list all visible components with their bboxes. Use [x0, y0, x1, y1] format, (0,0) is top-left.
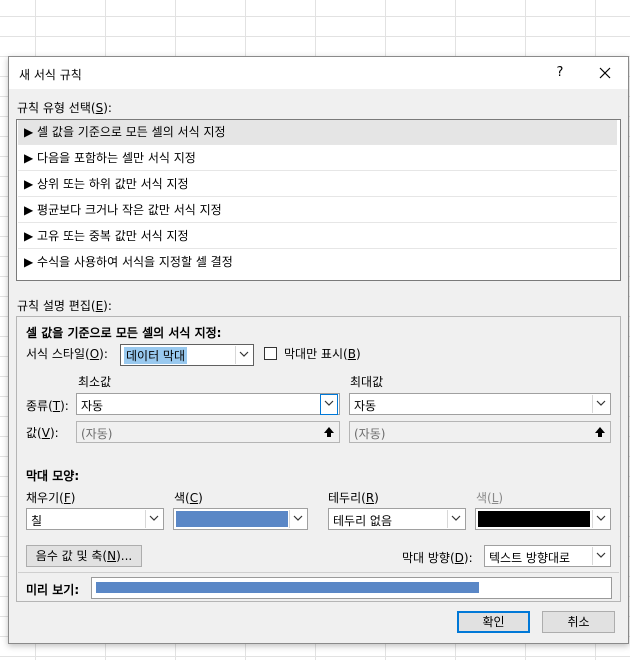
- preview-box: [91, 577, 612, 599]
- rule-type-label: 규칙 유형 선택(S):: [17, 101, 112, 115]
- ok-button[interactable]: 확인: [457, 611, 530, 633]
- bar-direction-value: 텍스트 방향대로: [489, 551, 571, 565]
- range-picker-icon[interactable]: [321, 424, 337, 440]
- rule-type-item[interactable]: ▶ 고유 또는 중복 값만 서식 지정: [18, 224, 617, 249]
- rule-type-item[interactable]: ▶ 평균보다 크거나 작은 값만 서식 지정: [18, 198, 617, 223]
- border-value: 테두리 없음: [333, 514, 393, 528]
- max-type-value: 자동: [354, 399, 377, 413]
- min-value-placeholder: (자동): [81, 427, 113, 441]
- value-label: 값(V):: [26, 426, 59, 440]
- min-type-value: 자동: [81, 399, 104, 413]
- max-label: 최대값: [350, 375, 384, 389]
- border-select[interactable]: 테두리 없음: [328, 508, 466, 530]
- chevron-down-icon[interactable]: [592, 510, 609, 528]
- section-heading: 셀 값을 기준으로 모든 셀의 서식 지정:: [26, 326, 222, 340]
- preview-bar: [96, 582, 479, 593]
- bar-appearance-heading: 막대 모양:: [26, 469, 80, 483]
- format-style-value: 데이터 막대: [124, 347, 188, 364]
- type-label: 종류(T):: [26, 399, 69, 413]
- negative-value-axis-button[interactable]: 음수 값 및 축(N)...: [26, 545, 142, 567]
- fill-select[interactable]: 칠: [26, 508, 164, 530]
- max-value-placeholder: (자동): [354, 427, 386, 441]
- format-style-select[interactable]: 데이터 막대: [120, 344, 254, 366]
- bar-direction-label: 막대 방향(D):: [402, 551, 473, 565]
- min-label: 최소값: [78, 375, 112, 389]
- chevron-down-icon[interactable]: [592, 547, 609, 565]
- border-label: 테두리(R): [328, 491, 379, 505]
- fill-label: 채우기(F): [26, 491, 76, 505]
- fill-value: 칠: [31, 514, 43, 528]
- chevron-down-icon[interactable]: [592, 395, 609, 413]
- format-style-label: 서식 스타일(O):: [26, 347, 108, 361]
- min-value-field[interactable]: (자동): [76, 421, 340, 443]
- range-picker-icon[interactable]: [592, 424, 608, 440]
- chevron-down-icon[interactable]: [447, 510, 464, 528]
- max-type-select[interactable]: 자동: [349, 393, 611, 415]
- border-color-swatch: [478, 511, 590, 527]
- max-value-field[interactable]: (자동): [349, 421, 611, 443]
- chevron-down-icon[interactable]: [289, 510, 306, 528]
- dialog-titlebar: 새 서식 규칙 ?: [9, 57, 628, 89]
- chevron-down-icon[interactable]: [320, 394, 338, 415]
- chevron-down-icon[interactable]: [235, 346, 252, 364]
- chevron-down-icon[interactable]: [145, 510, 162, 528]
- rule-type-item[interactable]: ▶ 셀 값을 기준으로 모든 셀의 서식 지정: [18, 120, 617, 145]
- rule-type-item[interactable]: ▶ 상위 또는 하위 값만 서식 지정: [18, 172, 617, 197]
- border-color-picker[interactable]: [475, 508, 611, 530]
- bar-only-checkbox[interactable]: [264, 347, 277, 360]
- edit-rule-label: 규칙 설명 편집(E):: [17, 299, 112, 313]
- divider: [18, 572, 619, 573]
- min-type-select[interactable]: 자동: [76, 393, 340, 415]
- border-color-label: 색(L): [476, 491, 504, 505]
- dialog-title: 새 서식 규칙: [19, 68, 82, 82]
- close-icon[interactable]: [591, 61, 619, 85]
- bar-only-label: 막대만 표시(B): [284, 347, 361, 361]
- new-format-rule-dialog: 새 서식 규칙 ? 규칙 유형 선택(S): ▶ 셀 값을 기준으로 모든 셀의…: [8, 56, 629, 644]
- fill-color-picker[interactable]: [173, 508, 308, 530]
- preview-label: 미리 보기:: [26, 583, 80, 597]
- fill-color-label: 색(C): [174, 491, 203, 505]
- cancel-button[interactable]: 취소: [542, 611, 615, 633]
- rule-description-panel: 셀 값을 기준으로 모든 셀의 서식 지정: 서식 스타일(O): 데이터 막대…: [16, 316, 621, 602]
- bar-direction-select[interactable]: 텍스트 방향대로: [484, 545, 611, 567]
- rule-type-item[interactable]: ▶ 수식을 사용하여 서식을 지정할 셀 결정: [18, 250, 617, 275]
- rule-type-item[interactable]: ▶ 다음을 포함하는 셀만 서식 지정: [18, 146, 617, 171]
- rule-type-list[interactable]: ▶ 셀 값을 기준으로 모든 셀의 서식 지정 ▶ 다음을 포함하는 셀만 서식…: [16, 119, 621, 281]
- fill-color-swatch: [176, 511, 288, 527]
- help-button[interactable]: ?: [547, 63, 573, 83]
